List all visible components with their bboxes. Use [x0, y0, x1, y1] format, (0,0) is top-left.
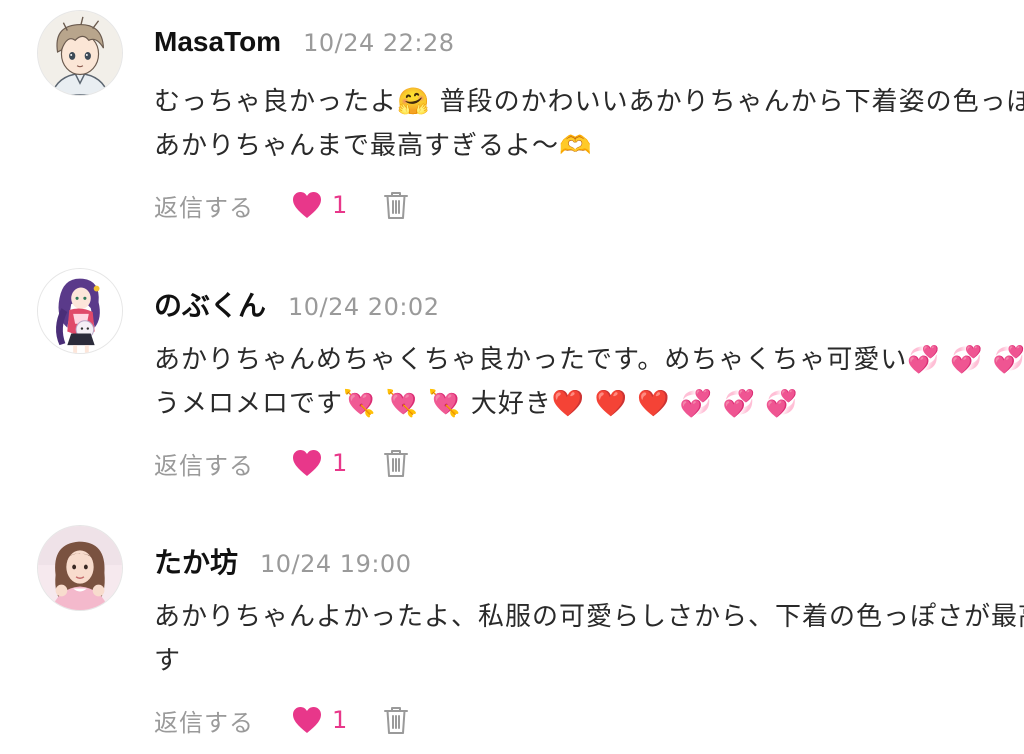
comment-header: たか坊 10/24 19:00	[154, 541, 411, 581]
anime-boy-avatar-icon	[38, 11, 122, 95]
comment-line: むっちゃ良かったよ🤗 普段のかわいいあかりちゃんから下着姿の色っぽい	[154, 87, 1024, 117]
avatar[interactable]	[37, 268, 123, 354]
like-count: 1	[332, 191, 348, 219]
username[interactable]: MasaTom	[154, 26, 281, 58]
username[interactable]: たか坊	[154, 541, 238, 581]
photo-girl-avatar-icon	[38, 526, 122, 610]
comment-body: むっちゃ良かったよ🤗 普段のかわいいあかりちゃんから下着姿の色っぽい あかりちゃ…	[154, 80, 1024, 168]
like-button[interactable]: 1	[292, 449, 347, 477]
heart-icon	[292, 449, 322, 477]
anime-girl-avatar-icon	[38, 269, 122, 353]
comment-body: あかりちゃんめちゃくちゃ良かったです。めちゃくちゃ可愛い💞 💞 💞 も うメロメ…	[154, 338, 1024, 426]
comment-line: うメロメロです💘 💘 💘 大好き❤️ ❤️ ❤️ 💞 💞 💞	[154, 389, 799, 419]
username[interactable]: のぶくん	[154, 284, 266, 324]
like-button[interactable]: 1	[292, 191, 347, 219]
comment-body: あかりちゃんよかったよ、私服の可愛らしさから、下着の色っぽさが最高で す	[154, 595, 1024, 683]
heart-icon	[292, 706, 322, 734]
comment-line: あかりちゃんめちゃくちゃ良かったです。めちゃくちゃ可愛い💞 💞 💞 も	[154, 345, 1024, 375]
trash-icon[interactable]	[383, 705, 409, 735]
timestamp: 10/24 20:02	[288, 293, 440, 321]
like-button[interactable]: 1	[292, 706, 347, 734]
reply-button[interactable]: 返信する	[154, 188, 254, 223]
comment-line: あかりちゃんまで最高すぎるよ〜🫶	[154, 131, 593, 161]
trash-icon[interactable]	[383, 448, 409, 478]
trash-icon[interactable]	[383, 190, 409, 220]
like-count: 1	[332, 449, 348, 477]
comment-header: のぶくん 10/24 20:02	[154, 284, 439, 324]
reply-button[interactable]: 返信する	[154, 703, 254, 738]
like-count: 1	[332, 706, 348, 734]
comment-actions: 返信する 1	[154, 700, 409, 740]
reply-button[interactable]: 返信する	[154, 446, 254, 481]
timestamp: 10/24 22:28	[303, 29, 455, 57]
comment-actions: 返信する 1	[154, 185, 409, 225]
avatar[interactable]	[37, 10, 123, 96]
comment-line: す	[154, 646, 182, 676]
comment-actions: 返信する 1	[154, 443, 409, 483]
comment-line: あかりちゃんよかったよ、私服の可愛らしさから、下着の色っぽさが最高で	[154, 602, 1024, 632]
heart-icon	[292, 191, 322, 219]
timestamp: 10/24 19:00	[260, 550, 412, 578]
comment-header: MasaTom 10/24 22:28	[154, 26, 455, 66]
avatar[interactable]	[37, 525, 123, 611]
